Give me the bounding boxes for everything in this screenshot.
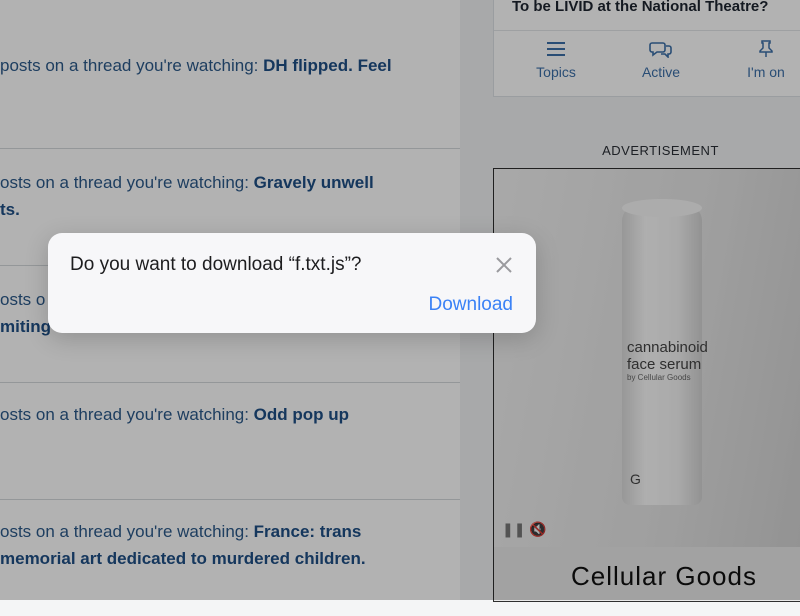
download-dialog: Do you want to download “f.txt.js”? Down…	[48, 233, 536, 333]
download-button[interactable]: Download	[429, 294, 514, 316]
download-prompt: Do you want to download “f.txt.js”?	[70, 254, 362, 275]
close-icon[interactable]	[492, 253, 516, 277]
